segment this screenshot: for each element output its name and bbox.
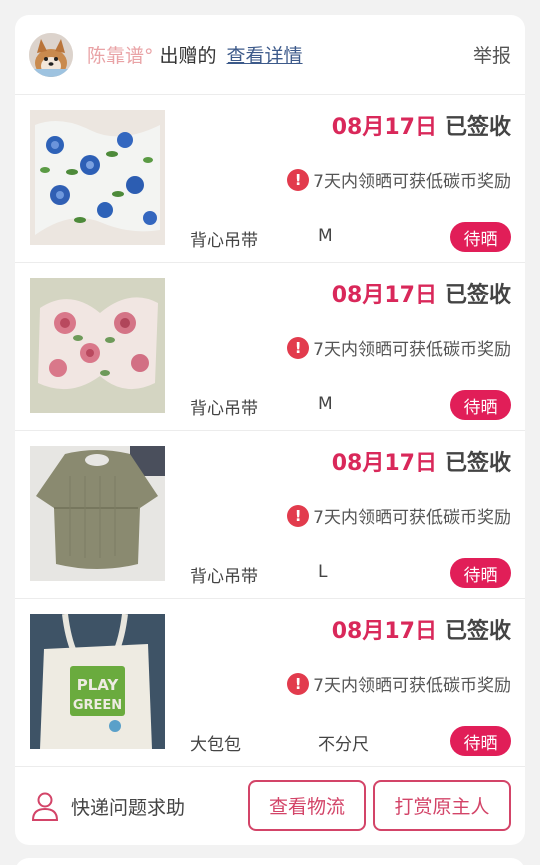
reward-notice: ! 7天内领晒可获低碳币奖励 — [287, 503, 511, 528]
item-thumbnail[interactable] — [30, 446, 165, 581]
list-item[interactable]: 08月17日 已签收 ! 7天内领晒可获低碳币奖励 背心吊带 M 待晒 — [15, 263, 525, 431]
exclamation-circle-icon: ! — [287, 168, 310, 191]
reward-notice-text: 7天内领晒可获低碳币奖励 — [313, 172, 511, 192]
person-outline-icon[interactable] — [31, 791, 59, 821]
exclamation-circle-icon: ! — [287, 672, 310, 695]
card-header: 陈靠谱° 出赠的 查看详情 举报 — [15, 15, 525, 95]
item-size: 不分尺 — [318, 735, 369, 755]
signed-date: 08月17日 — [331, 619, 437, 644]
pending-share-button[interactable]: 待晒 — [450, 558, 511, 588]
exclamation-circle-icon: ! — [287, 336, 310, 359]
list-item[interactable]: PLAY GREEN 08月17日 已签收 ! 7天内领晒可获低碳币奖励 大包包… — [15, 599, 525, 767]
delivery-help-link[interactable]: 快递问题求助 — [71, 793, 185, 820]
signed-status: 已签收 — [444, 451, 511, 476]
signed-status: 已签收 — [444, 115, 511, 140]
view-logistics-button[interactable]: 查看物流 — [248, 780, 366, 831]
pending-share-button[interactable]: 待晒 — [450, 390, 511, 420]
bag-print-play: PLAY — [77, 676, 120, 694]
reward-notice: ! 7天内领晒可获低碳币奖励 — [287, 335, 511, 360]
order-card: 陈靠谱° 出赠的 查看详情 举报 08月17日 已签收 ! 7天内领晒可获低碳币… — [15, 15, 525, 845]
signed-date-line: 08月17日 已签收 — [332, 613, 511, 645]
item-size: M — [318, 394, 333, 414]
card-footer: 快递问题求助 查看物流 打赏原主人 — [15, 767, 525, 845]
reward-notice-text: 7天内领晒可获低碳币奖励 — [313, 676, 511, 696]
item-name: 背心吊带 — [190, 231, 258, 251]
reward-notice: ! 7天内领晒可获低碳币奖励 — [287, 167, 511, 192]
report-button[interactable]: 举报 — [473, 41, 511, 68]
donor-suffix: 出赠的 — [159, 45, 217, 67]
reward-notice: ! 7天内领晒可获低碳币奖励 — [287, 671, 511, 696]
donor-name[interactable]: 陈靠谱° — [87, 41, 154, 68]
signed-date: 08月17日 — [331, 115, 437, 140]
pending-share-button[interactable]: 待晒 — [450, 222, 511, 252]
signed-date-line: 08月17日 已签收 — [332, 445, 511, 477]
item-thumbnail[interactable] — [30, 110, 165, 245]
bag-print-green: GREEN — [73, 698, 122, 713]
list-item[interactable]: 08月17日 已签收 ! 7天内领晒可获低碳币奖励 背心吊带 M 待晒 — [15, 95, 525, 263]
reward-notice-text: 7天内领晒可获低碳币奖励 — [313, 508, 511, 528]
signed-date: 08月17日 — [331, 451, 437, 476]
list-item[interactable]: 08月17日 已签收 ! 7天内领晒可获低碳币奖励 背心吊带 L 待晒 — [15, 431, 525, 599]
tip-owner-button[interactable]: 打赏原主人 — [373, 780, 511, 831]
donor-avatar[interactable] — [29, 32, 73, 77]
item-name: 背心吊带 — [190, 399, 258, 419]
item-size: L — [318, 562, 328, 582]
item-name: 大包包 — [190, 735, 241, 755]
item-thumbnail[interactable] — [30, 278, 165, 413]
signed-status: 已签收 — [444, 283, 511, 308]
reward-notice-text: 7天内领晒可获低碳币奖励 — [313, 340, 511, 360]
view-details-link[interactable]: 查看详情 — [227, 41, 303, 68]
next-card-edge — [15, 858, 525, 865]
item-thumbnail[interactable]: PLAY GREEN — [30, 614, 165, 749]
item-name: 背心吊带 — [190, 567, 258, 587]
signed-status: 已签收 — [444, 619, 511, 644]
signed-date-line: 08月17日 已签收 — [332, 109, 511, 141]
item-size: M — [318, 226, 333, 246]
signed-date-line: 08月17日 已签收 — [332, 277, 511, 309]
pending-share-button[interactable]: 待晒 — [450, 726, 511, 756]
signed-date: 08月17日 — [331, 283, 437, 308]
exclamation-circle-icon: ! — [287, 504, 310, 527]
